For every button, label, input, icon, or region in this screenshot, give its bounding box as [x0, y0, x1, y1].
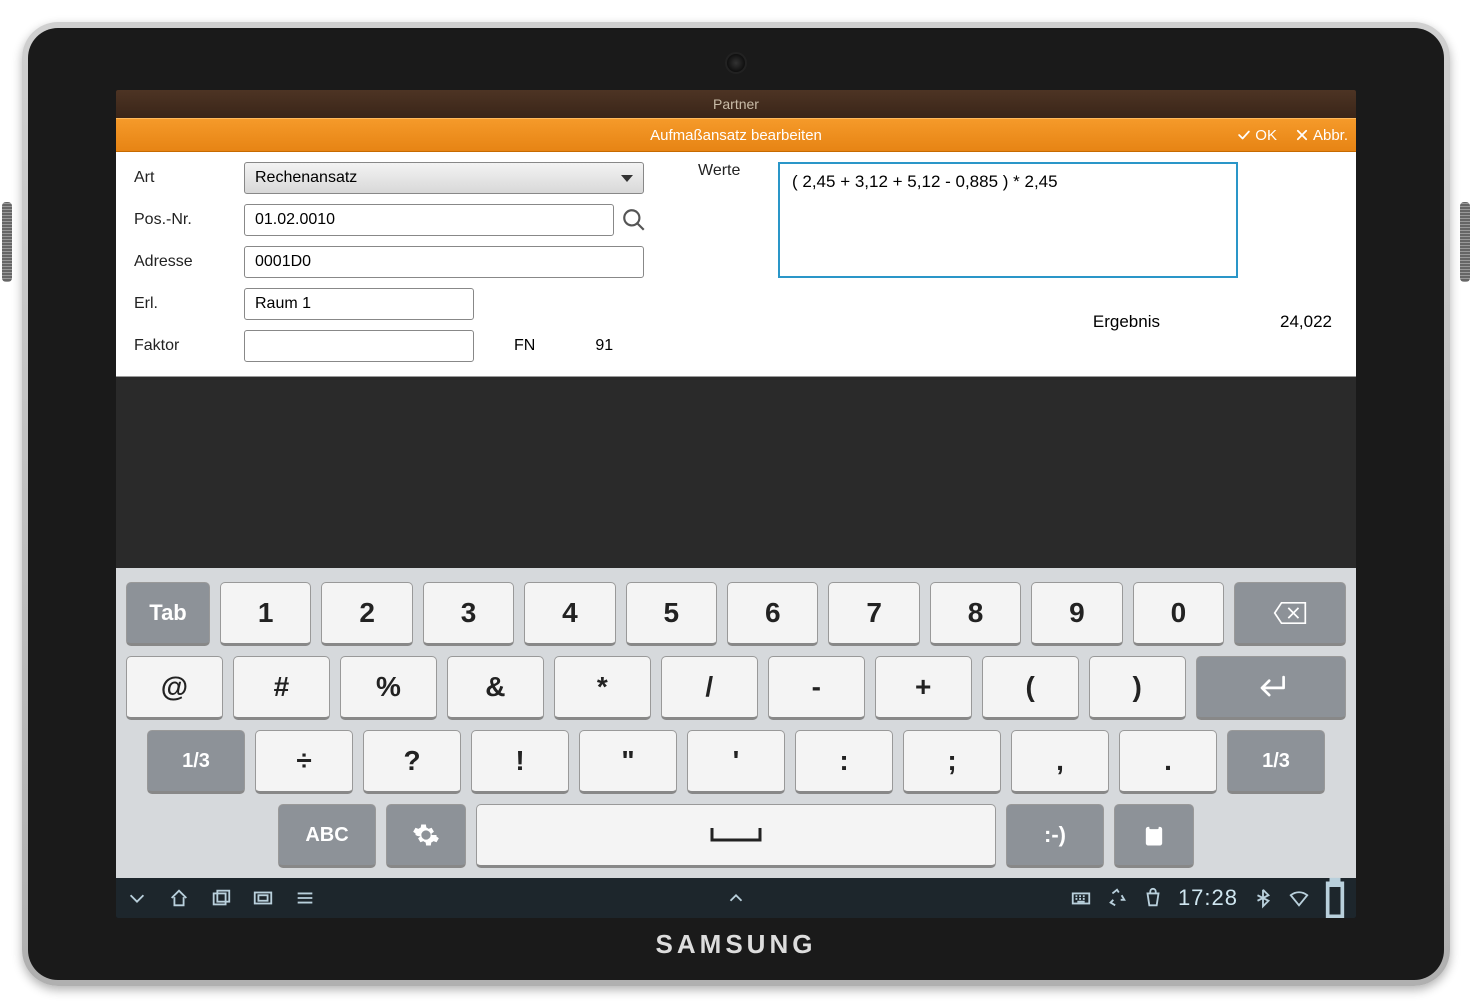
ok-button[interactable]: OK	[1237, 127, 1277, 144]
nav-recent-icon[interactable]	[210, 887, 232, 909]
key-at[interactable]: @	[126, 656, 223, 720]
tablet-brand: SAMSUNG	[656, 929, 817, 960]
adresse-label: Adresse	[134, 253, 244, 271]
tablet-screen: Partner Aufmaßansatz bearbeiten OK Abbr.	[116, 90, 1356, 918]
erl-input[interactable]	[244, 288, 474, 320]
tablet-camera	[725, 52, 747, 74]
nav-menu-icon[interactable]	[294, 887, 316, 909]
pos-input[interactable]	[244, 204, 614, 236]
werte-label: Werte	[698, 162, 778, 180]
key-4[interactable]: 4	[524, 582, 615, 646]
key-squote[interactable]: '	[687, 730, 785, 794]
key-1[interactable]: 1	[220, 582, 311, 646]
key-attach[interactable]	[1114, 804, 1194, 868]
nav-down-icon[interactable]	[126, 887, 148, 909]
app-title: Partner	[713, 96, 759, 112]
check-icon	[1237, 128, 1251, 142]
form-area: Art Rechenansatz Pos.-Nr.	[116, 152, 1356, 377]
key-page-left[interactable]: 1/3	[147, 730, 245, 794]
on-screen-keyboard: Tab 1 2 3 4 5 6 7 8 9 0 @ #	[116, 568, 1356, 878]
key-7[interactable]: 7	[828, 582, 919, 646]
backspace-icon	[1273, 601, 1307, 625]
nav-home-icon[interactable]	[168, 887, 190, 909]
shop-icon	[1142, 887, 1164, 909]
faktor-input[interactable]	[244, 330, 474, 362]
key-6[interactable]: 6	[727, 582, 818, 646]
key-settings[interactable]	[386, 804, 466, 868]
close-icon	[1295, 128, 1309, 142]
recycle-icon	[1106, 887, 1128, 909]
key-amp[interactable]: &	[447, 656, 544, 720]
keyboard-indicator-icon	[1070, 887, 1092, 909]
key-2[interactable]: 2	[321, 582, 412, 646]
key-percent[interactable]: %	[340, 656, 437, 720]
battery-icon	[1324, 887, 1346, 909]
art-label: Art	[134, 169, 244, 187]
app-title-bar: Partner	[116, 90, 1356, 118]
key-page-right[interactable]: 1/3	[1227, 730, 1325, 794]
key-plus[interactable]: +	[875, 656, 972, 720]
fn-label: FN	[514, 337, 535, 355]
key-comma[interactable]: ,	[1011, 730, 1109, 794]
dialog-header: Aufmaßansatz bearbeiten OK Abbr.	[116, 118, 1356, 152]
key-divide[interactable]: ÷	[255, 730, 353, 794]
key-tab[interactable]: Tab	[126, 582, 210, 646]
art-dropdown[interactable]: Rechenansatz	[244, 162, 644, 194]
nav-screenshot-icon[interactable]	[252, 887, 274, 909]
key-abc[interactable]: ABC	[278, 804, 376, 868]
key-colon[interactable]: :	[795, 730, 893, 794]
werte-input[interactable]: ( 2,45 + 3,12 + 5,12 - 0,885 ) * 2,45	[778, 162, 1238, 278]
key-backspace[interactable]	[1234, 582, 1346, 646]
key-hash[interactable]: #	[233, 656, 330, 720]
key-8[interactable]: 8	[930, 582, 1021, 646]
erl-label: Erl.	[134, 295, 244, 313]
key-9[interactable]: 9	[1031, 582, 1122, 646]
result-label: Ergebnis	[1093, 312, 1160, 332]
key-slash[interactable]: /	[661, 656, 758, 720]
nav-up-caret-icon[interactable]	[725, 887, 747, 909]
status-time: 17:28	[1178, 885, 1238, 911]
key-3[interactable]: 3	[423, 582, 514, 646]
key-0[interactable]: 0	[1133, 582, 1224, 646]
space-icon	[706, 824, 766, 846]
gear-icon	[412, 821, 440, 849]
key-dquote[interactable]: "	[579, 730, 677, 794]
cancel-button[interactable]: Abbr.	[1295, 127, 1348, 144]
pos-label: Pos.-Nr.	[134, 211, 244, 229]
art-value: Rechenansatz	[255, 169, 357, 187]
key-space[interactable]	[476, 804, 996, 868]
key-rparen[interactable]: )	[1089, 656, 1186, 720]
key-emoji[interactable]: :-)	[1006, 804, 1104, 868]
clipboard-icon	[1140, 821, 1168, 849]
enter-icon	[1253, 673, 1289, 701]
fn-value: 91	[595, 337, 613, 355]
key-5[interactable]: 5	[626, 582, 717, 646]
key-minus[interactable]: -	[768, 656, 865, 720]
key-enter[interactable]	[1196, 656, 1346, 720]
key-exclaim[interactable]: !	[471, 730, 569, 794]
adresse-input[interactable]	[244, 246, 644, 278]
key-period[interactable]: .	[1119, 730, 1217, 794]
chevron-down-icon	[621, 175, 633, 182]
key-star[interactable]: *	[554, 656, 651, 720]
faktor-label: Faktor	[134, 337, 244, 355]
key-lparen[interactable]: (	[982, 656, 1079, 720]
bluetooth-icon	[1252, 887, 1274, 909]
key-question[interactable]: ?	[363, 730, 461, 794]
key-semicolon[interactable]: ;	[903, 730, 1001, 794]
search-icon[interactable]	[620, 206, 648, 234]
wifi-icon	[1288, 887, 1310, 909]
dialog-title: Aufmaßansatz bearbeiten	[650, 127, 822, 144]
android-navbar: 17:28	[116, 878, 1356, 918]
result-value: 24,022	[1280, 312, 1332, 332]
background-gap	[116, 377, 1356, 568]
